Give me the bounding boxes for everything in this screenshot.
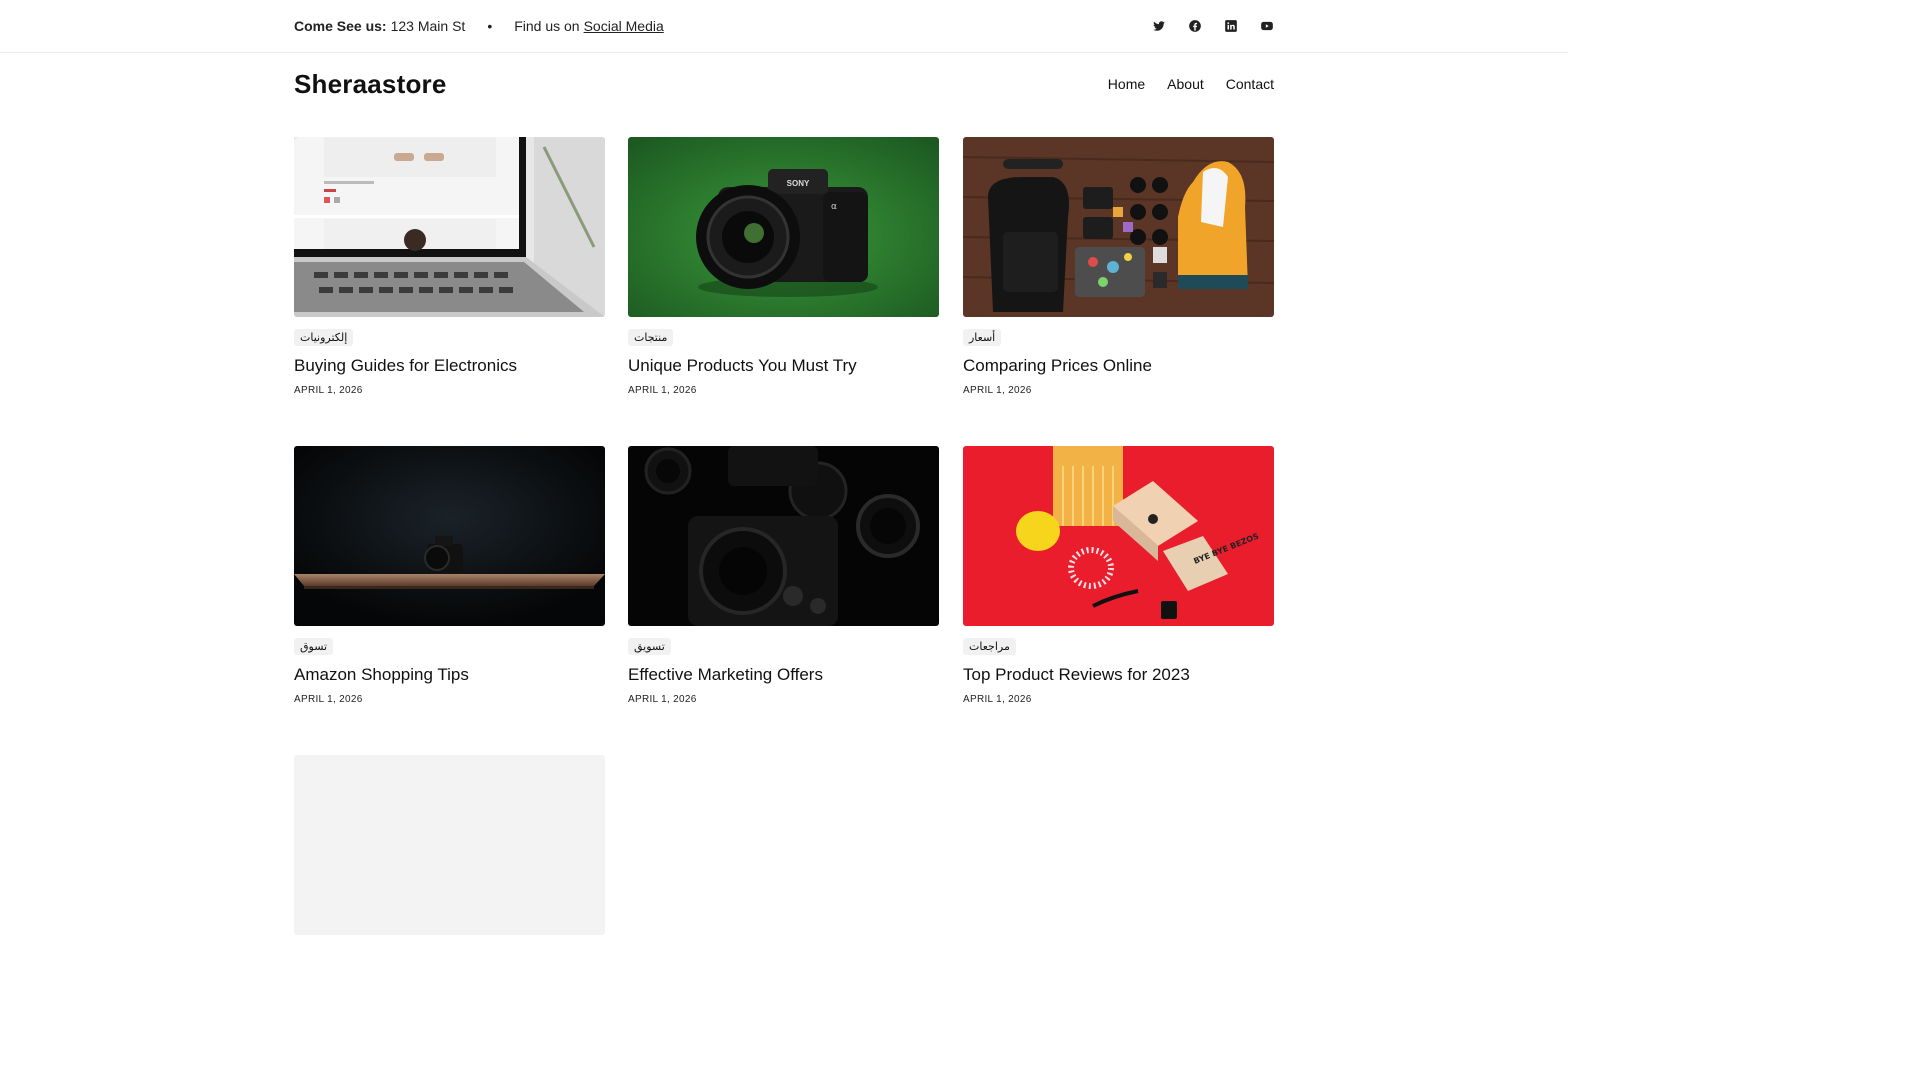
post-thumbnail-laptop[interactable] (294, 137, 605, 317)
post-thumbnail-camera-green[interactable]: SONY α (628, 137, 939, 317)
category-tag[interactable]: مراجعات (963, 638, 1016, 655)
post-thumbnail-placeholder[interactable] (294, 755, 605, 935)
separator-dot: • (487, 18, 493, 34)
post-date: APRIL 1, 2026 (628, 385, 697, 396)
post-card[interactable]: تسويق Effective Marketing Offers APRIL 1… (628, 446, 939, 705)
main-nav: Home About Contact (1108, 76, 1274, 92)
visit-label: Come See us: (294, 18, 387, 34)
post-date: APRIL 1, 2026 (294, 385, 363, 396)
social-media-link[interactable]: Social Media (584, 18, 664, 34)
nav-home[interactable]: Home (1108, 76, 1145, 92)
post-date: APRIL 1, 2026 (963, 694, 1032, 705)
twitter-icon[interactable] (1152, 19, 1166, 33)
post-thumbnail-red-products[interactable]: BYE BYE BEZOS (963, 446, 1274, 626)
category-tag[interactable]: منتجات (628, 329, 674, 346)
post-thumbnail-camera-lenses[interactable] (628, 446, 939, 626)
category-tag[interactable]: أسعار (963, 329, 1002, 346)
post-card[interactable]: أسعار Comparing Prices Online APRIL 1, 2… (963, 137, 1274, 396)
post-card[interactable]: BYE BYE BEZOS مراجعات Top Product Review… (963, 446, 1274, 705)
youtube-icon[interactable] (1260, 19, 1274, 33)
post-date: APRIL 1, 2026 (628, 694, 697, 705)
contact-info: Come See us: 123 Main St • Find us on So… (294, 18, 664, 34)
post-date: APRIL 1, 2026 (294, 694, 363, 705)
camera-model-text: α (831, 202, 837, 212)
find-us-text: Find us on (514, 18, 580, 34)
facebook-icon[interactable] (1188, 19, 1202, 33)
camera-brand-text: SONY (787, 179, 810, 188)
post-title[interactable]: Unique Products You Must Try (628, 356, 939, 376)
site-header: Sheraastore Home About Contact (294, 53, 1274, 115)
post-card[interactable]: إلكترونيات Buying Guides for Electronics… (294, 137, 605, 396)
linkedin-icon[interactable] (1224, 19, 1238, 33)
category-tag[interactable]: تسويق (628, 638, 671, 655)
top-bar: Come See us: 123 Main St • Find us on So… (0, 0, 1568, 53)
site-logo[interactable]: Sheraastore (294, 69, 447, 100)
post-thumbnail-camera-table[interactable] (294, 446, 605, 626)
address-text: 123 Main St (390, 18, 466, 34)
nav-about[interactable]: About (1167, 76, 1204, 92)
social-icons (1152, 19, 1274, 33)
post-title[interactable]: Amazon Shopping Tips (294, 665, 605, 685)
post-card[interactable] (294, 755, 605, 935)
post-title[interactable]: Effective Marketing Offers (628, 665, 939, 685)
category-tag[interactable]: تسوق (294, 638, 334, 655)
category-tag[interactable]: إلكترونيات (294, 329, 354, 346)
post-title[interactable]: Comparing Prices Online (963, 356, 1274, 376)
post-thumbnail-gear-flatlay[interactable] (963, 137, 1274, 317)
post-title[interactable]: Top Product Reviews for 2023 (963, 665, 1274, 685)
nav-contact[interactable]: Contact (1226, 76, 1274, 92)
post-title[interactable]: Buying Guides for Electronics (294, 356, 605, 376)
post-card[interactable]: تسوق Amazon Shopping Tips APRIL 1, 2026 (294, 446, 605, 705)
post-date: APRIL 1, 2026 (963, 385, 1032, 396)
post-card[interactable]: SONY α منتجات Unique Products You Must T… (628, 137, 939, 396)
